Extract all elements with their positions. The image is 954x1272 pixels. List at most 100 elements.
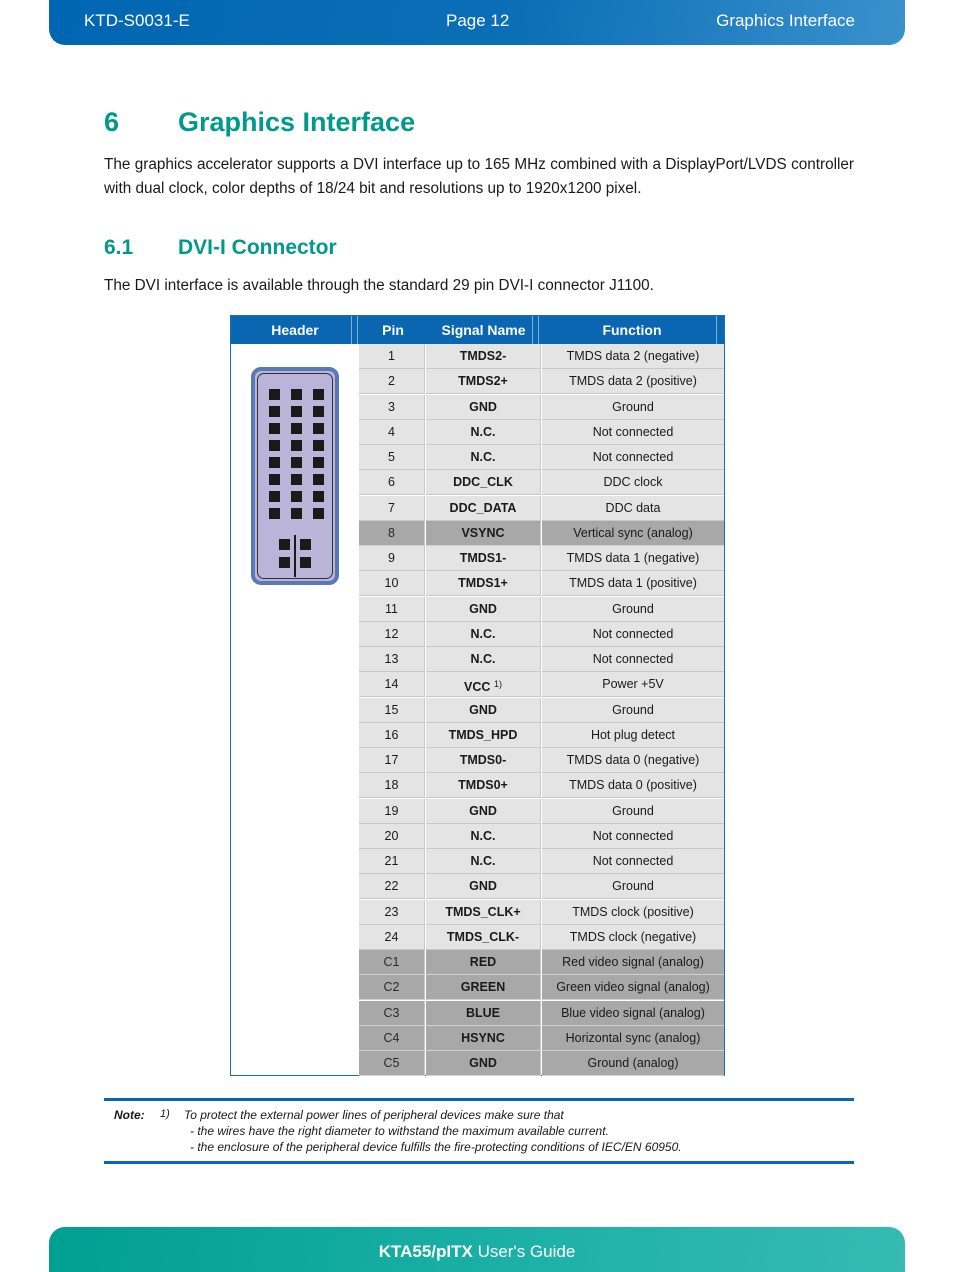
- connector-pin: [291, 389, 302, 400]
- signal-name-cell: N.C.: [426, 823, 541, 849]
- table-row: 4 N.C. Not connected: [359, 419, 724, 445]
- pin-cell: 8: [359, 520, 425, 546]
- signal-name: DDC_CLK: [453, 475, 513, 490]
- signal-name: RED: [469, 955, 497, 969]
- signal-name-cell: TMDS_CLK-: [426, 924, 541, 950]
- function-cell: Horizontal sync (analog): [542, 1025, 724, 1051]
- connector-analog-pin: [279, 557, 290, 568]
- signal-name-cell: TMDS2+: [426, 369, 541, 395]
- column-header-pin: Pin: [382, 322, 404, 338]
- pin-cell: 1: [359, 344, 425, 369]
- table-row: 15 GND Ground: [359, 697, 724, 723]
- signal-name-cell: TMDS_CLK+: [426, 899, 541, 925]
- page-header: KTD-S0031-E Page 12 Graphics Interface: [49, 0, 905, 45]
- function-cell: Ground: [542, 874, 724, 900]
- signal-name: GREEN: [460, 980, 506, 995]
- connector-pin: [313, 491, 324, 502]
- footnote-marker: 1): [493, 679, 502, 690]
- pin-cell: 5: [359, 445, 425, 470]
- function-cell: TMDS data 0 (negative): [542, 748, 724, 773]
- signal-name-cell: GND: [426, 596, 541, 622]
- table-row: 11 GND Ground: [359, 596, 724, 622]
- table-row: 2 TMDS2+ TMDS data 2 (positive): [359, 369, 724, 395]
- page-number: Page 12: [446, 11, 510, 30]
- table-row: 18 TMDS0+ TMDS data 0 (positive): [359, 773, 724, 799]
- connector-pin: [313, 457, 324, 468]
- pin-cell: 11: [359, 596, 425, 622]
- table-row: 20 N.C. Not connected: [359, 823, 724, 849]
- chapter-heading: 6 Graphics Interface: [104, 107, 415, 138]
- signal-name: N.C.: [470, 626, 496, 641]
- table-row: 9 TMDS1- TMDS data 1 (negative): [359, 546, 724, 571]
- signal-name-cell: N.C.: [426, 647, 541, 672]
- signal-name: N.C.: [470, 854, 496, 868]
- signal-name-cell: TMDS0+: [426, 773, 541, 799]
- table-row: 14 VCC 1) Power +5V: [359, 672, 724, 698]
- function-cell: Ground: [542, 798, 724, 824]
- header-divider: [351, 316, 352, 344]
- signal-name-cell: RED: [426, 950, 541, 975]
- signal-name-cell: GND: [426, 394, 541, 420]
- connector-pin: [269, 440, 280, 451]
- pin-cell: 17: [359, 748, 425, 773]
- function-cell: TMDS clock (negative): [542, 924, 724, 950]
- table-row: 16 TMDS_HPD Hot plug detect: [359, 722, 724, 748]
- signal-name: GND: [469, 399, 497, 414]
- connector-pin: [291, 440, 302, 451]
- signal-name-cell: DDC_DATA: [426, 495, 541, 521]
- pin-cell: 20: [359, 823, 425, 849]
- table-row: 10 TMDS1+ TMDS data 1 (positive): [359, 571, 724, 597]
- function-cell: TMDS data 1 (negative): [542, 546, 724, 571]
- function-cell: DDC data: [542, 495, 724, 521]
- signal-name-cell: GND: [426, 798, 541, 824]
- table-row: 13 N.C. Not connected: [359, 647, 724, 672]
- signal-name: VSYNC: [461, 525, 505, 540]
- signal-name-cell: TMDS_HPD: [426, 722, 541, 748]
- footnote-box: Note: 1) To protect the external power l…: [104, 1098, 854, 1164]
- table-header-row: Header Pin Signal Name Function: [231, 316, 724, 344]
- table-row: 23 TMDS_CLK+ TMDS clock (positive): [359, 899, 724, 925]
- chapter-intro: The graphics accelerator supports a DVI …: [104, 156, 854, 197]
- page-footer: KTA55/pITX User's Guide: [49, 1227, 905, 1272]
- pin-cell: C3: [359, 1000, 425, 1026]
- note-line-2: - the wires have the right diameter to w…: [190, 1124, 609, 1138]
- connector-pin: [291, 457, 302, 468]
- connector-pin: [269, 491, 280, 502]
- signal-name: N.C.: [470, 652, 496, 666]
- function-cell: Vertical sync (analog): [542, 520, 724, 546]
- pin-cell: 9: [359, 546, 425, 571]
- signal-name-cell: GREEN: [426, 975, 541, 1001]
- connector-analog-pin: [279, 539, 290, 550]
- pin-cell: 14: [359, 672, 425, 698]
- function-cell: Not connected: [542, 849, 724, 874]
- header-divider: [357, 316, 358, 344]
- signal-name: TMDS0+: [458, 778, 508, 793]
- function-cell: DDC clock: [542, 470, 724, 496]
- table-row: 3 GND Ground: [359, 394, 724, 420]
- signal-name: GND: [469, 803, 497, 818]
- signal-name: HSYNC: [461, 1030, 505, 1045]
- chapter-title: Graphics Interface: [178, 107, 416, 137]
- connector-pin: [269, 406, 280, 417]
- signal-name: GND: [469, 1056, 497, 1070]
- document-id: KTD-S0031-E: [84, 11, 190, 30]
- table-row: 6 DDC_CLK DDC clock: [359, 470, 724, 496]
- section-heading: 6.1 DVI-I Connector: [104, 236, 337, 260]
- function-cell: Ground: [542, 596, 724, 622]
- signal-name: TMDS_CLK+: [445, 904, 521, 919]
- table-row: 8 VSYNC Vertical sync (analog): [359, 520, 724, 546]
- signal-name: TMDS_HPD: [448, 727, 518, 742]
- table-row: 17 TMDS0- TMDS data 0 (negative): [359, 748, 724, 773]
- function-cell: Green video signal (analog): [542, 975, 724, 1001]
- signal-name-cell: VSYNC: [426, 520, 541, 546]
- connector-pin: [291, 474, 302, 485]
- table-row: 22 GND Ground: [359, 874, 724, 900]
- signal-name: TMDS0-: [459, 753, 507, 767]
- table-row: 7 DDC_DATA DDC data: [359, 495, 724, 521]
- function-cell: Power +5V: [542, 672, 724, 698]
- dvi-i-connector-icon: [251, 367, 339, 585]
- function-cell: Hot plug detect: [542, 722, 724, 748]
- pin-cell: 6: [359, 470, 425, 496]
- signal-name-cell: BLUE: [426, 1000, 541, 1026]
- signal-name-cell: VCC 1): [426, 672, 541, 698]
